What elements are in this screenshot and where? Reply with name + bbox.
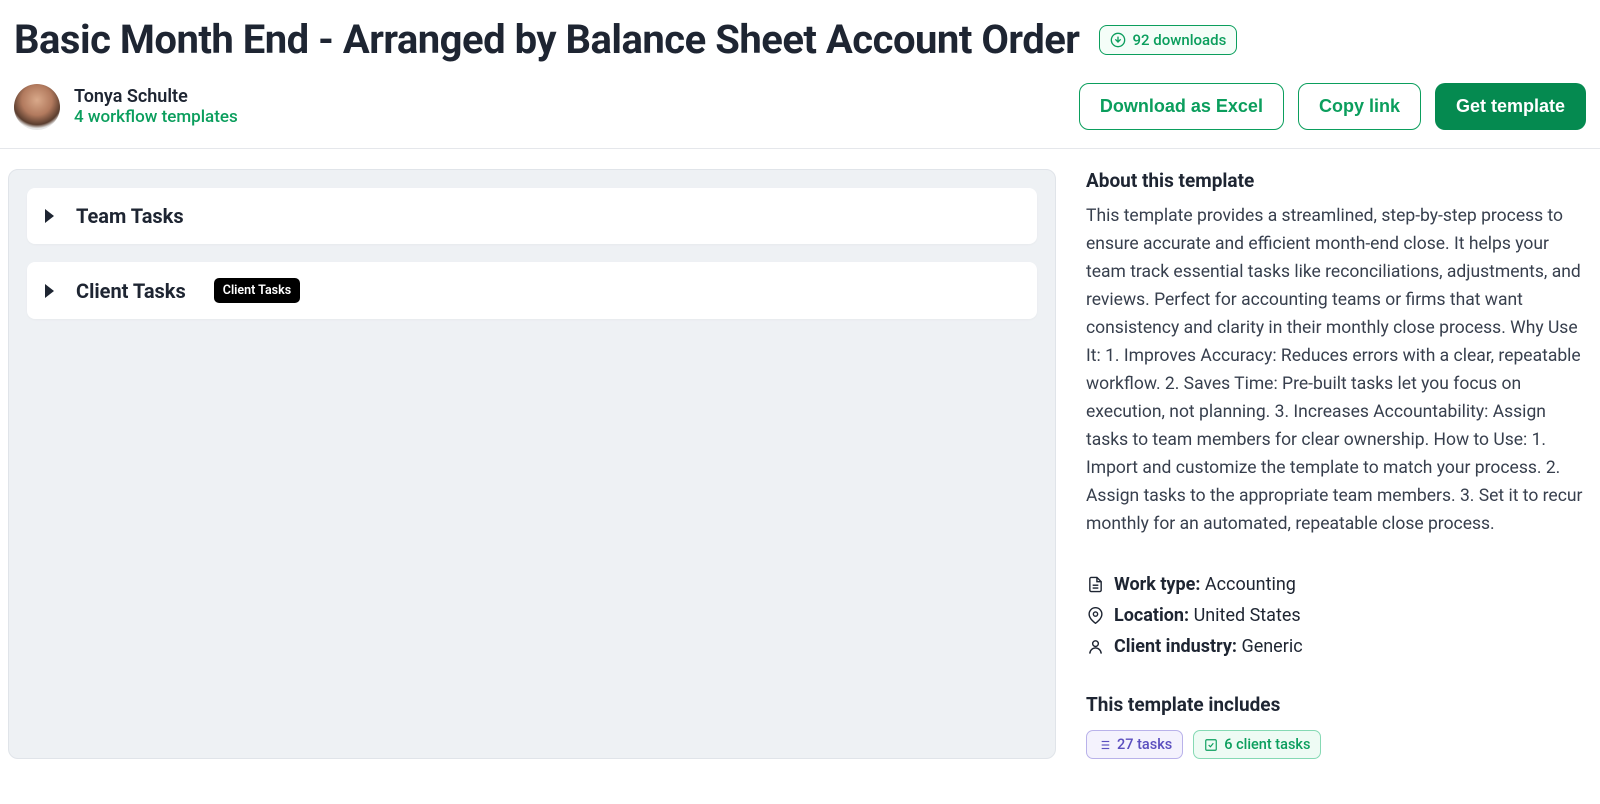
chevron-right-icon (45, 284, 54, 298)
client-tasks-count-pill: 6 client tasks (1193, 730, 1321, 759)
includes-heading: This template includes (1086, 693, 1592, 716)
downloads-count: 92 downloads (1132, 31, 1226, 49)
meta-location: Location: United States (1086, 605, 1592, 626)
chevron-right-icon (45, 209, 54, 223)
check-square-icon (1204, 738, 1218, 752)
team-tasks-section[interactable]: Team Tasks (27, 188, 1037, 244)
author-avatar[interactable] (14, 84, 60, 130)
team-tasks-title: Team Tasks (76, 204, 184, 228)
client-tasks-section[interactable]: Client Tasks Client Tasks (27, 262, 1037, 319)
document-icon (1086, 576, 1104, 594)
tasks-panel: Team Tasks Client Tasks Client Tasks (8, 169, 1056, 759)
copy-link-button[interactable]: Copy link (1298, 83, 1421, 130)
downloads-badge: 92 downloads (1099, 25, 1237, 55)
download-excel-button[interactable]: Download as Excel (1079, 83, 1284, 130)
page-title: Basic Month End - Arranged by Balance Sh… (14, 16, 1079, 63)
author-name[interactable]: Tonya Schulte (74, 86, 238, 107)
meta-client-industry: Client industry: Generic (1086, 636, 1592, 657)
person-icon (1086, 638, 1104, 656)
download-circle-icon (1110, 32, 1126, 48)
meta-work-type: Work type: Accounting (1086, 574, 1592, 595)
about-heading: About this template (1086, 169, 1592, 192)
list-icon (1097, 738, 1111, 752)
client-tasks-badge: Client Tasks (214, 278, 300, 303)
tasks-count-pill: 27 tasks (1086, 730, 1183, 759)
get-template-button[interactable]: Get template (1435, 83, 1586, 130)
author-templates-link[interactable]: 4 workflow templates (74, 107, 238, 127)
about-body: This template provides a streamlined, st… (1086, 202, 1592, 538)
location-pin-icon (1086, 607, 1104, 625)
client-tasks-title: Client Tasks (76, 279, 186, 303)
